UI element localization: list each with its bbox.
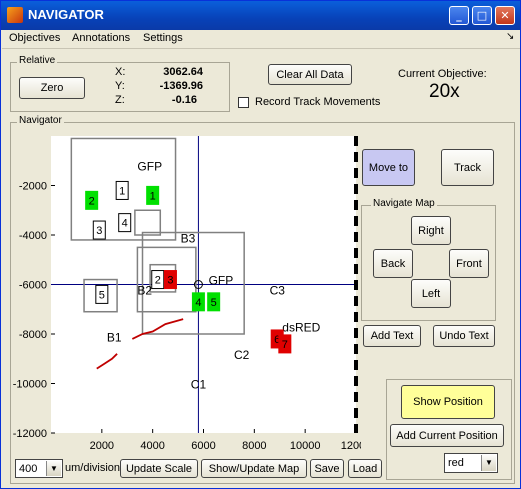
load-button[interactable]: Load xyxy=(348,459,382,478)
region-label: dsRED xyxy=(282,321,320,335)
menu-bar: Objectives Annotations Settings ↘ xyxy=(2,30,520,49)
x-tick-label: 2000 xyxy=(90,440,114,452)
relative-label: Relative xyxy=(17,55,58,66)
position-marker-number: 7 xyxy=(282,339,288,351)
position-marker-number: 4 xyxy=(122,218,128,230)
color-select-value: red xyxy=(448,457,464,469)
x-label: X: xyxy=(115,66,126,78)
region-label: GFP xyxy=(209,274,234,288)
y-tick-label: -10000 xyxy=(13,379,47,391)
zero-button[interactable]: Zero xyxy=(19,77,85,99)
y-tick-label: -8000 xyxy=(19,329,47,341)
save-button[interactable]: Save xyxy=(310,459,344,478)
add-current-position-button[interactable]: Add Current Position xyxy=(390,424,504,447)
menu-annotations[interactable]: Annotations xyxy=(72,32,130,44)
dock-arrow-icon[interactable]: ↘ xyxy=(506,31,514,42)
y-tick-label: -2000 xyxy=(19,181,47,193)
x-value: 3062.64 xyxy=(163,66,203,78)
y-value: -1369.96 xyxy=(159,80,203,92)
position-marker-number: 1 xyxy=(119,185,125,197)
left-button[interactable]: Left xyxy=(411,279,451,308)
navigator-window: NAVIGATOR _ □ ✕ Objectives Annotations S… xyxy=(0,0,521,489)
current-objective-label: Current Objective: xyxy=(398,68,487,80)
show-position-button[interactable]: Show Position xyxy=(401,385,495,419)
position-marker-number: 5 xyxy=(211,297,217,309)
chevron-down-icon[interactable]: ▼ xyxy=(46,461,61,476)
navigate-map-label: Navigate Map xyxy=(371,198,437,209)
move-to-button[interactable]: Move to xyxy=(362,149,415,186)
y-tick-label: -6000 xyxy=(19,280,47,292)
position-marker-number: 3 xyxy=(96,225,102,237)
x-tick-label: 4000 xyxy=(140,440,164,452)
back-button[interactable]: Back xyxy=(373,249,413,278)
track-button[interactable]: Track xyxy=(441,149,494,186)
front-button[interactable]: Front xyxy=(449,249,489,278)
clear-all-data-button[interactable]: Clear All Data xyxy=(268,64,352,85)
region-label: C2 xyxy=(234,348,250,362)
z-value: -0.16 xyxy=(171,94,197,106)
menu-objectives[interactable]: Objectives xyxy=(9,32,60,44)
minimize-icon[interactable]: _ xyxy=(449,6,469,25)
y-tick-label: -12000 xyxy=(13,428,47,440)
position-marker-number: 2 xyxy=(155,275,161,287)
menu-settings[interactable]: Settings xyxy=(143,32,183,44)
chevron-down-icon[interactable]: ▼ xyxy=(481,455,496,471)
maximize-icon[interactable]: □ xyxy=(472,6,492,25)
window-title: NAVIGATOR xyxy=(28,7,104,22)
x-tick-label: 10000 xyxy=(290,440,321,452)
scale-select-value: 400 xyxy=(19,462,38,475)
navigator-map[interactable]: 2000 4000 6000 8000 10000 12000 -2000 -4000 -600… xyxy=(1,131,361,456)
region-label: B2 xyxy=(137,283,152,297)
add-text-button[interactable]: Add Text xyxy=(363,325,421,347)
title-bar: NAVIGATOR _ □ ✕ xyxy=(1,1,520,30)
y-tick-label: -4000 xyxy=(19,230,47,242)
record-track-label: Record Track Movements xyxy=(255,96,381,108)
z-label: Z: xyxy=(115,94,125,106)
region-label: C3 xyxy=(270,283,286,297)
region-label: B3 xyxy=(181,231,196,245)
position-marker-number: 3 xyxy=(167,275,173,287)
navigator-label: Navigator xyxy=(17,115,64,126)
um-division-label: um/division xyxy=(65,462,121,474)
position-marker-number: 5 xyxy=(99,289,105,301)
x-tick-label: 8000 xyxy=(242,440,266,452)
show-update-map-button[interactable]: Show/Update Map xyxy=(201,459,307,478)
update-scale-button[interactable]: Update Scale xyxy=(120,459,198,478)
current-objective-value: 20x xyxy=(429,81,460,102)
position-marker-number: 4 xyxy=(195,297,201,309)
x-tick-label: 6000 xyxy=(191,440,215,452)
region-label: C1 xyxy=(191,377,207,391)
color-select[interactable]: red ▼ xyxy=(444,453,498,473)
x-tick-label: 12000 xyxy=(341,440,361,452)
scale-select[interactable]: 400 ▼ xyxy=(15,459,63,478)
matlab-app-icon xyxy=(7,7,23,23)
position-marker-number: 2 xyxy=(89,195,95,207)
undo-text-button[interactable]: Undo Text xyxy=(433,325,495,347)
record-track-checkbox[interactable] xyxy=(238,97,249,108)
right-button[interactable]: Right xyxy=(411,216,451,245)
close-icon[interactable]: ✕ xyxy=(495,6,515,25)
position-marker-number: 1 xyxy=(150,190,156,202)
region-label: B1 xyxy=(107,330,122,344)
y-label: Y: xyxy=(115,80,125,92)
region-label: GFP xyxy=(137,160,162,174)
